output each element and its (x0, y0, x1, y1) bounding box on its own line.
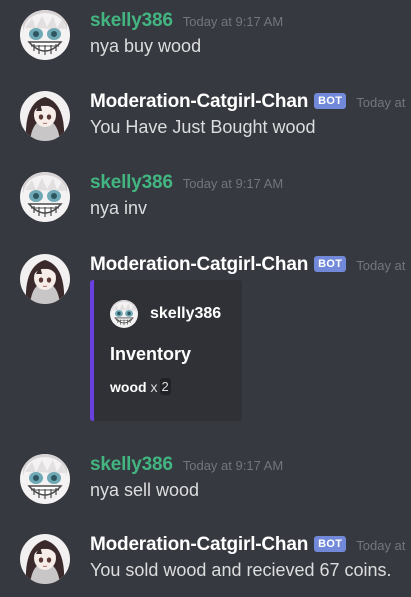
message-timestamp: Today at (356, 95, 406, 110)
embed-title: Inventory (110, 344, 192, 364)
message-header: Moderation-Catgirl-Chan BOT Today at (90, 91, 405, 115)
embed-author: skelly386 (110, 300, 221, 328)
message-header: skelly386 Today at 9:17 AM (90, 10, 283, 34)
inventory-embed: skelly386 Inventory wood x 2 (90, 280, 242, 421)
message-text: nya buy wood (90, 36, 202, 56)
message-text: nya inv (90, 198, 148, 218)
bot-badge: BOT (314, 536, 347, 552)
message-timestamp: Today at 9:17 AM (182, 458, 284, 473)
author-name[interactable]: skelly386 (90, 454, 173, 476)
bot-avatar[interactable] (20, 534, 70, 584)
user-avatar[interactable] (20, 454, 70, 504)
message-header: skelly386 Today at 9:17 AM (90, 454, 283, 478)
embed-field: wood x 2 (110, 378, 171, 395)
author-name[interactable]: skelly386 (90, 172, 173, 194)
item-quantity: 2 (159, 378, 171, 395)
message-header: skelly386 Today at 9:17 AM (90, 172, 283, 196)
message-timestamp: Today at 9:17 AM (182, 14, 284, 29)
bot-badge: BOT (314, 93, 347, 109)
message-text: You Have Just Bought wood (90, 117, 316, 137)
message-timestamp: Today at (356, 258, 406, 273)
item-name: wood (110, 378, 147, 395)
bot-avatar[interactable] (20, 254, 70, 304)
message-text: nya sell wood (90, 480, 200, 500)
user-avatar[interactable] (20, 172, 70, 222)
chat-messages: skelly386 Today at 9:17 AM nya buy wood … (0, 0, 411, 597)
bot-badge: BOT (314, 256, 347, 272)
user-avatar[interactable] (20, 10, 70, 60)
author-name[interactable]: Moderation-Catgirl-Chan (90, 534, 308, 556)
author-name[interactable]: Moderation-Catgirl-Chan (90, 254, 308, 276)
message-text: You sold wood and recieved 67 coins. (90, 560, 392, 580)
message-timestamp: Today at (356, 538, 406, 553)
message-timestamp: Today at 9:17 AM (182, 176, 284, 191)
author-name[interactable]: skelly386 (90, 10, 173, 32)
item-multiplier: x (150, 378, 158, 395)
message-header: Moderation-Catgirl-Chan BOT Today at (90, 254, 405, 278)
bot-avatar[interactable] (20, 91, 70, 141)
message-header: Moderation-Catgirl-Chan BOT Today at (90, 534, 405, 558)
embed-author-avatar (110, 300, 138, 328)
embed-author-name: skelly386 (150, 305, 222, 322)
author-name[interactable]: Moderation-Catgirl-Chan (90, 91, 308, 113)
